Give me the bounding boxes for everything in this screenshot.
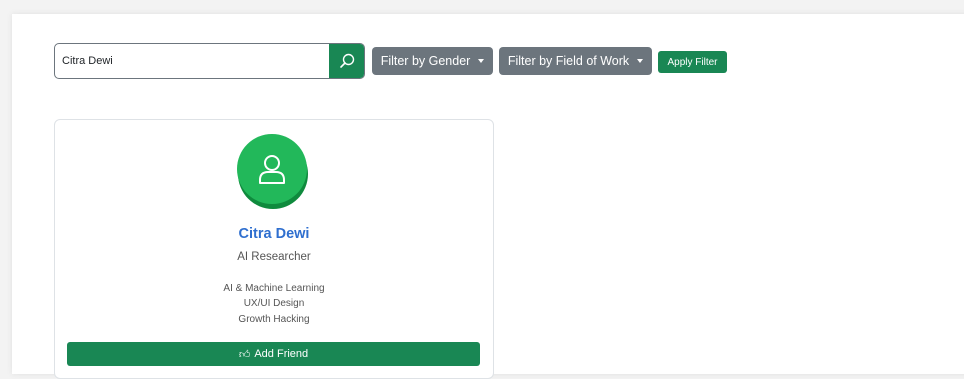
skill-item: Growth Hacking: [238, 314, 310, 325]
filter-field-label: Filter by Field of Work: [507, 54, 630, 68]
caret-down-icon: [637, 59, 644, 63]
filter-gender-dropdown[interactable]: Filter by Gender: [372, 47, 493, 75]
search-bar: [54, 43, 365, 79]
add-friend-label: Add Friend: [254, 348, 309, 360]
filter-field-dropdown[interactable]: Filter by Field of Work: [499, 47, 652, 75]
add-friend-button[interactable]: 👍︎ Add Friend: [67, 342, 480, 366]
caret-down-icon: [478, 59, 485, 63]
apply-filter-label: Apply Filter: [667, 56, 718, 68]
filter-gender-label: Filter by Gender: [380, 54, 471, 68]
apply-filter-button[interactable]: Apply Filter: [658, 51, 727, 73]
profile-role: AI Researcher: [237, 251, 311, 263]
search-input[interactable]: [55, 44, 329, 78]
search-button[interactable]: [329, 44, 364, 78]
user-icon: [259, 155, 285, 184]
skill-item: UX/UI Design: [243, 298, 305, 309]
search-icon: [339, 53, 354, 68]
profile-name[interactable]: Citra Dewi: [54, 226, 494, 242]
avatar: [237, 134, 307, 204]
thumbs-up-icon: 👍︎: [238, 348, 251, 361]
skill-item: AI & Machine Learning: [223, 283, 325, 294]
